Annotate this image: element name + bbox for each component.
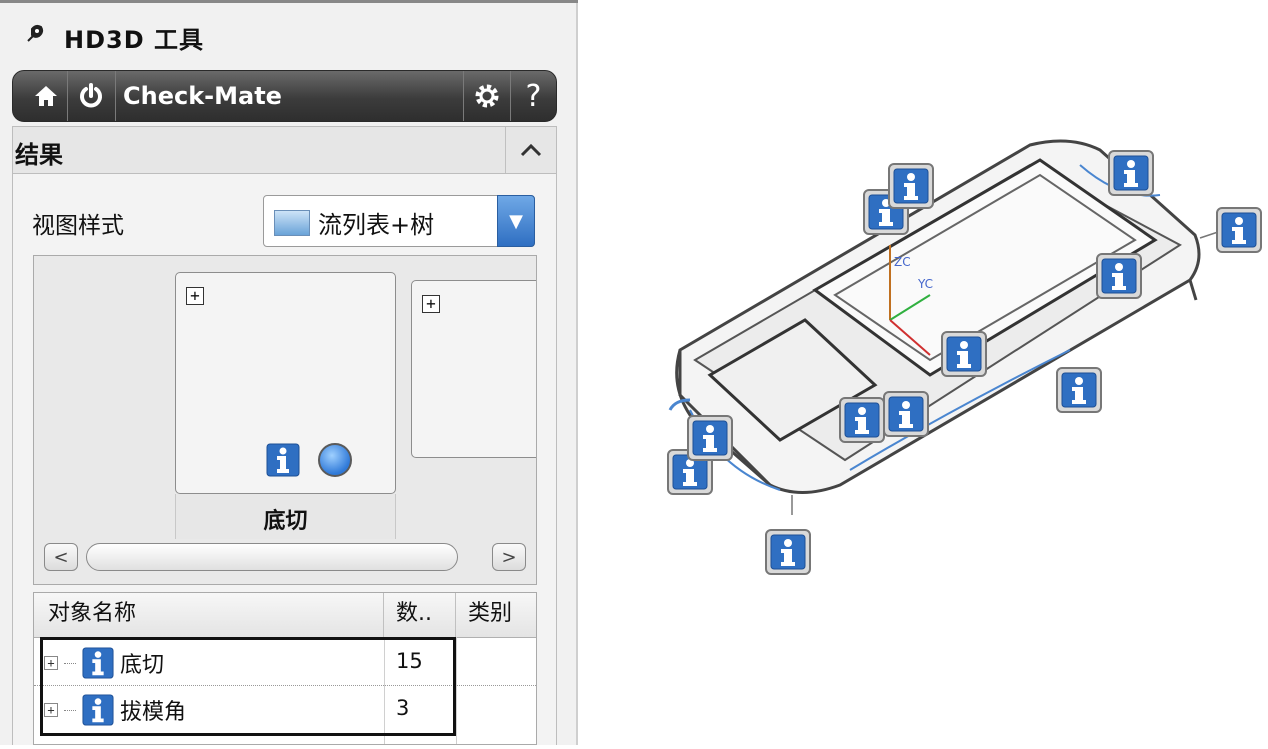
panel-top-border (0, 0, 578, 3)
tiles-stream-view: + 底切 + < > (33, 255, 537, 585)
pin-icon[interactable] (24, 23, 46, 51)
phone-case-model: ZC YC (667, 139, 1262, 575)
gear-icon (475, 84, 499, 108)
tile-label: 底切 (263, 509, 308, 534)
svg-text:YC: YC (917, 277, 933, 291)
hd3d-tools-panel: HD3D 工具 Check-Mate ? 结果 视图样式 流列表+树 ▼ + 底… (0, 0, 578, 745)
scroll-left-button[interactable]: < (44, 543, 78, 571)
scroll-thumb[interactable] (86, 543, 458, 571)
column-object-name[interactable]: 对象名称 (34, 593, 384, 637)
panel-title-text: HD3D 工具 (64, 25, 204, 54)
collapse-section-button[interactable] (505, 127, 556, 173)
column-category[interactable]: 类别 (456, 593, 536, 637)
tile-second[interactable]: + (411, 280, 536, 458)
svg-text:ZC: ZC (894, 255, 911, 269)
results-section-header[interactable]: 结果 (12, 126, 557, 174)
3d-model-viewport[interactable]: ZC YC (600, 0, 1268, 745)
panel-title: HD3D 工具 (24, 22, 204, 54)
annotation-highlight-box (40, 637, 456, 736)
view-style-dropdown[interactable]: 流列表+树 ▼ (263, 195, 535, 247)
tile-undercut[interactable]: + (175, 272, 396, 494)
table-header: 对象名称 数.. 类别 (34, 593, 536, 638)
tool-name-label: Check-Mate (123, 82, 282, 110)
status-circle-icon (318, 443, 352, 477)
power-button[interactable] (67, 71, 116, 121)
info-icon (266, 443, 300, 477)
scroll-right-button[interactable]: > (492, 543, 526, 571)
chevron-up-icon (520, 143, 542, 157)
power-icon (80, 83, 102, 108)
settings-button[interactable] (463, 71, 511, 121)
column-count[interactable]: 数.. (384, 593, 456, 637)
expand-plus-icon[interactable]: + (422, 295, 440, 313)
view-style-label: 视图样式 (32, 213, 124, 239)
home-icon (35, 86, 57, 106)
tiles-horizontal-scrollbar[interactable]: < > (44, 541, 526, 575)
view-style-selected: 流列表+树 (318, 211, 435, 239)
results-section-title: 结果 (15, 141, 63, 169)
expand-plus-icon[interactable]: + (186, 287, 204, 305)
list-tree-image-icon (274, 210, 310, 236)
help-button[interactable]: ? (511, 71, 556, 121)
home-button[interactable] (25, 71, 68, 121)
dropdown-arrow-icon[interactable]: ▼ (497, 195, 535, 247)
checkmate-toolbar: Check-Mate ? (12, 70, 557, 122)
